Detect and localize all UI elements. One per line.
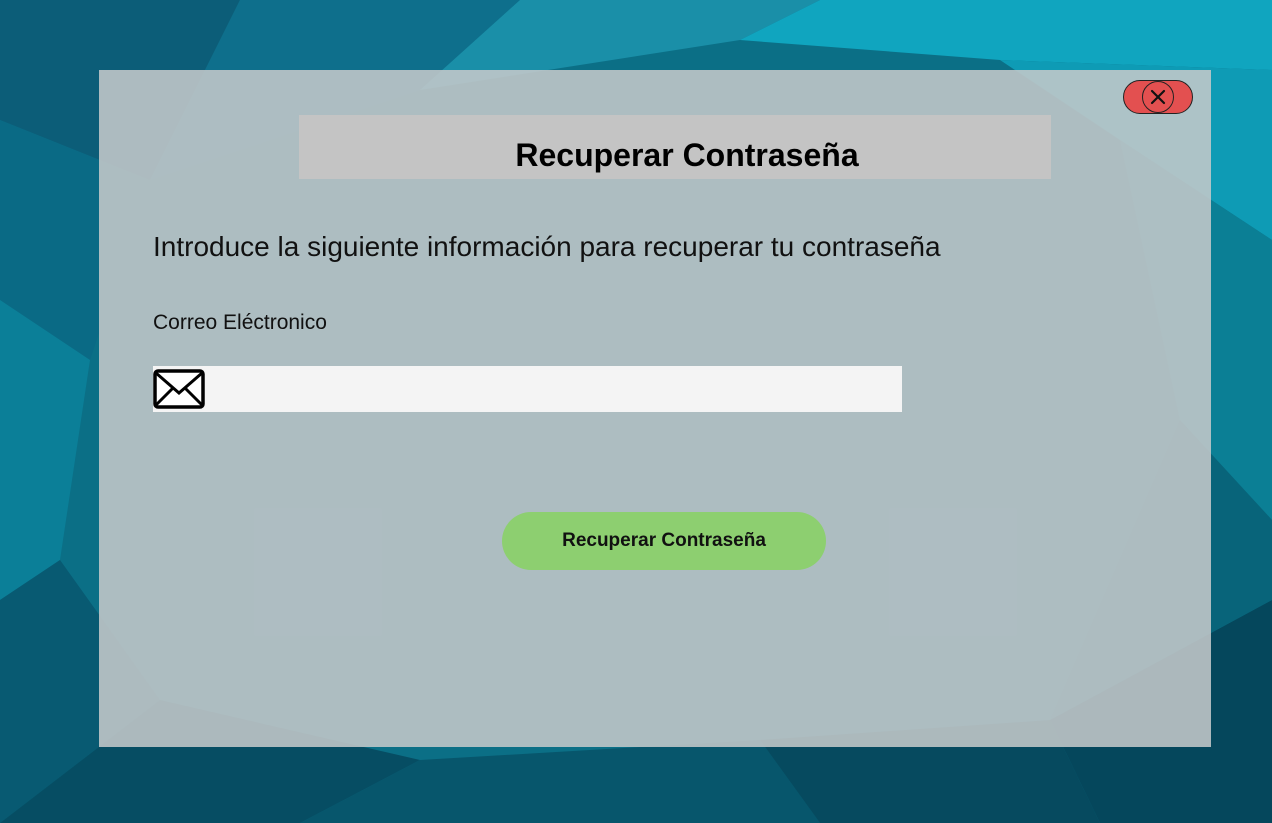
- email-field: [153, 366, 902, 412]
- instruction-text: Introduce la siguiente información para …: [153, 231, 941, 262]
- close-button[interactable]: [1123, 80, 1193, 114]
- email-input[interactable]: [205, 366, 902, 412]
- title-bar: Recuperar Contraseña: [299, 115, 1051, 179]
- recover-password-button[interactable]: Recuperar Contraseña: [502, 512, 826, 570]
- close-icon: [1142, 81, 1174, 113]
- email-label: Correo Eléctronico: [153, 311, 327, 334]
- dialog-title: Recuperar Contraseña: [515, 137, 859, 173]
- envelope-icon: [153, 368, 205, 410]
- password-recovery-dialog: Recuperar Contraseña Introduce la siguie…: [99, 70, 1211, 747]
